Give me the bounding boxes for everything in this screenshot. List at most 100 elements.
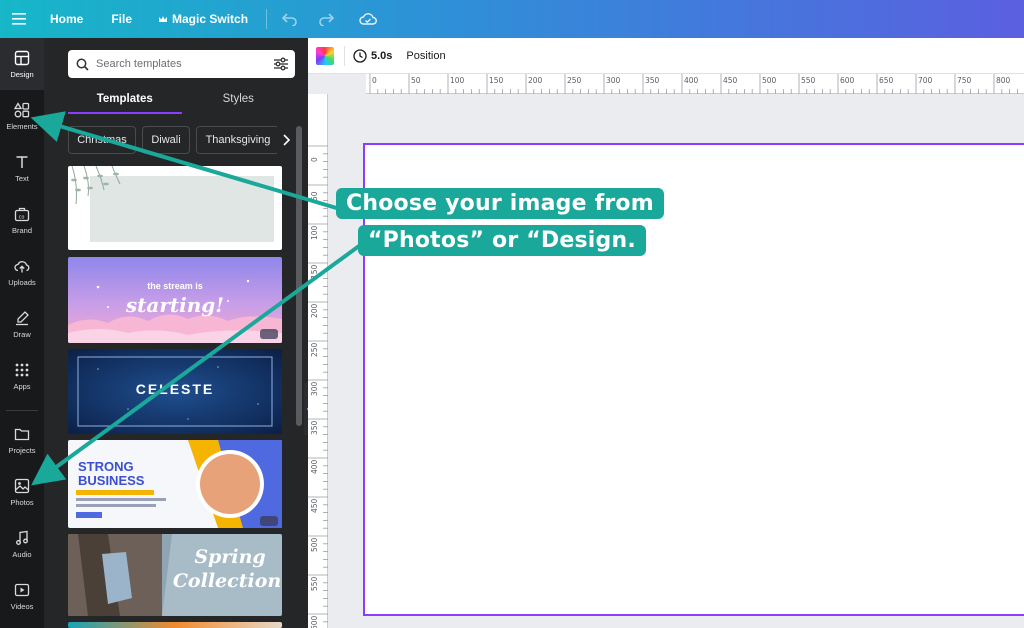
ruler-label: 450 (723, 76, 738, 85)
rail-item-brand[interactable]: co Brand (0, 194, 44, 246)
rail-label: Text (15, 173, 29, 183)
ruler-label: 250 (567, 76, 582, 85)
undo-button[interactable] (277, 6, 303, 32)
template-thumbnail[interactable] (68, 166, 282, 250)
rail-label: Projects (8, 445, 36, 455)
search-box (68, 50, 295, 78)
ruler-label: 250 (310, 342, 319, 357)
cloud-upload-icon (14, 260, 30, 272)
rail-item-audio[interactable]: Audio (0, 518, 44, 570)
ruler-label: 150 (310, 264, 319, 279)
ruler-label: 150 (489, 76, 504, 85)
business-title-line1: STRONG (78, 459, 134, 474)
tab-styles[interactable]: Styles (182, 88, 296, 114)
ruler-label: 50 (411, 76, 421, 85)
ruler-label: 100 (450, 76, 465, 85)
rail-label: Brand (11, 225, 32, 235)
chips-next-button[interactable] (277, 126, 295, 154)
celeste-title: CELESTE (135, 381, 215, 397)
layout-icon (14, 50, 30, 65)
magic-switch-label: Magic Switch (172, 12, 249, 26)
crown-icon (159, 16, 168, 22)
toolbar-divider (344, 45, 345, 66)
magic-switch-button[interactable]: Magic Switch (158, 12, 248, 26)
panel-tabs: Templates Styles (68, 88, 295, 114)
ruler-label: 550 (310, 576, 319, 591)
clock-icon (353, 48, 367, 63)
rail-item-uploads[interactable]: Uploads (0, 246, 44, 298)
hamburger-menu-button[interactable] (0, 0, 38, 38)
brand-icon: co (14, 207, 30, 221)
rail-label: Photos (10, 497, 34, 507)
ruler-label: 400 (684, 76, 699, 85)
file-menu-button[interactable]: File (111, 12, 132, 26)
rail-item-draw[interactable]: Draw (0, 298, 44, 350)
template-thumbnail[interactable] (68, 622, 282, 628)
top-bar: Home File Magic Switch (0, 0, 1024, 38)
rail-item-apps[interactable]: Apps (0, 350, 44, 402)
business-title-line2: BUSINESS (78, 473, 145, 488)
duration-button[interactable]: 5.0s (353, 48, 393, 63)
search-icon (68, 58, 96, 71)
spring-title-line2: Collection (172, 570, 282, 592)
rail-item-elements[interactable]: Elements (0, 90, 44, 142)
color-picker-button[interactable] (316, 46, 334, 65)
rail-item-design[interactable]: Design (0, 38, 44, 90)
template-thumbnail[interactable]: Spring Collection (68, 534, 282, 616)
rail-label: Audio (12, 549, 32, 559)
leaves-template-art (71, 166, 274, 242)
rail-label: Elements (6, 121, 38, 131)
ruler-label: 350 (310, 420, 319, 435)
vertical-ruler: 0 50 100 150 200 250 300 350 400 450 500 550 600 (308, 94, 328, 628)
video-icon (14, 583, 30, 596)
ruler-label: 600 (840, 76, 855, 85)
text-icon (16, 155, 28, 168)
horizontal-ruler: 0 50 100 150 200 250 300 350 400 450 500 550 600 650 7… (366, 74, 1024, 94)
tab-templates[interactable]: Templates (68, 88, 182, 114)
image-icon (14, 478, 30, 493)
panel-scrollbar[interactable] (296, 126, 302, 426)
chip-thanksgiving[interactable]: Thanksgiving (196, 126, 280, 154)
search-input[interactable] (96, 58, 256, 70)
rail-label: Uploads (8, 277, 36, 287)
cloud-check-icon (359, 13, 377, 25)
rail-label: Design (10, 69, 34, 79)
ruler-label: 500 (310, 537, 319, 552)
ruler-label: 200 (528, 76, 543, 85)
stream-title: starting! (125, 293, 225, 317)
spring-title-line1: Spring (194, 546, 266, 568)
stream-subtitle: the stream is (147, 281, 203, 291)
template-thumbnail[interactable]: the stream is starting! (68, 257, 282, 343)
ruler-label: 300 (606, 76, 621, 85)
pen-icon (16, 310, 29, 325)
ruler-label: 600 (310, 615, 319, 628)
filter-icon[interactable] (273, 56, 289, 77)
rail-item-videos[interactable]: Videos (0, 570, 44, 622)
ruler-label: 450 (310, 498, 319, 513)
home-button[interactable]: Home (50, 12, 83, 26)
rail-item-projects[interactable]: Projects (0, 414, 44, 466)
cloud-save-button[interactable] (355, 6, 381, 32)
ruler-label: 650 (879, 76, 894, 85)
rail-item-photos[interactable]: Photos (0, 466, 44, 518)
position-button[interactable]: Position (406, 50, 445, 62)
ruler-label: 800 (996, 76, 1011, 85)
ruler-label: 0 (310, 157, 319, 162)
duration-label: 5.0s (371, 49, 393, 62)
music-icon (16, 530, 28, 545)
chip-diwali[interactable]: Diwali (142, 126, 190, 154)
redo-icon (319, 13, 335, 26)
ruler-label: 350 (645, 76, 660, 85)
redo-button[interactable] (313, 6, 339, 32)
template-thumbnail[interactable]: CELESTE (68, 349, 282, 434)
template-thumbnail[interactable]: STRONG BUSINESS (68, 440, 282, 528)
ruler-label: 100 (310, 225, 319, 240)
undo-icon (282, 13, 297, 26)
hamburger-icon (12, 13, 26, 25)
chevron-right-icon (283, 134, 290, 146)
rail-label: Videos (10, 601, 34, 611)
left-rail: Design Elements Text co Brand Uploads Dr… (0, 38, 44, 628)
rail-item-text[interactable]: Text (0, 142, 44, 194)
shapes-icon (14, 101, 30, 117)
chip-christmas[interactable]: Christmas (68, 126, 136, 154)
